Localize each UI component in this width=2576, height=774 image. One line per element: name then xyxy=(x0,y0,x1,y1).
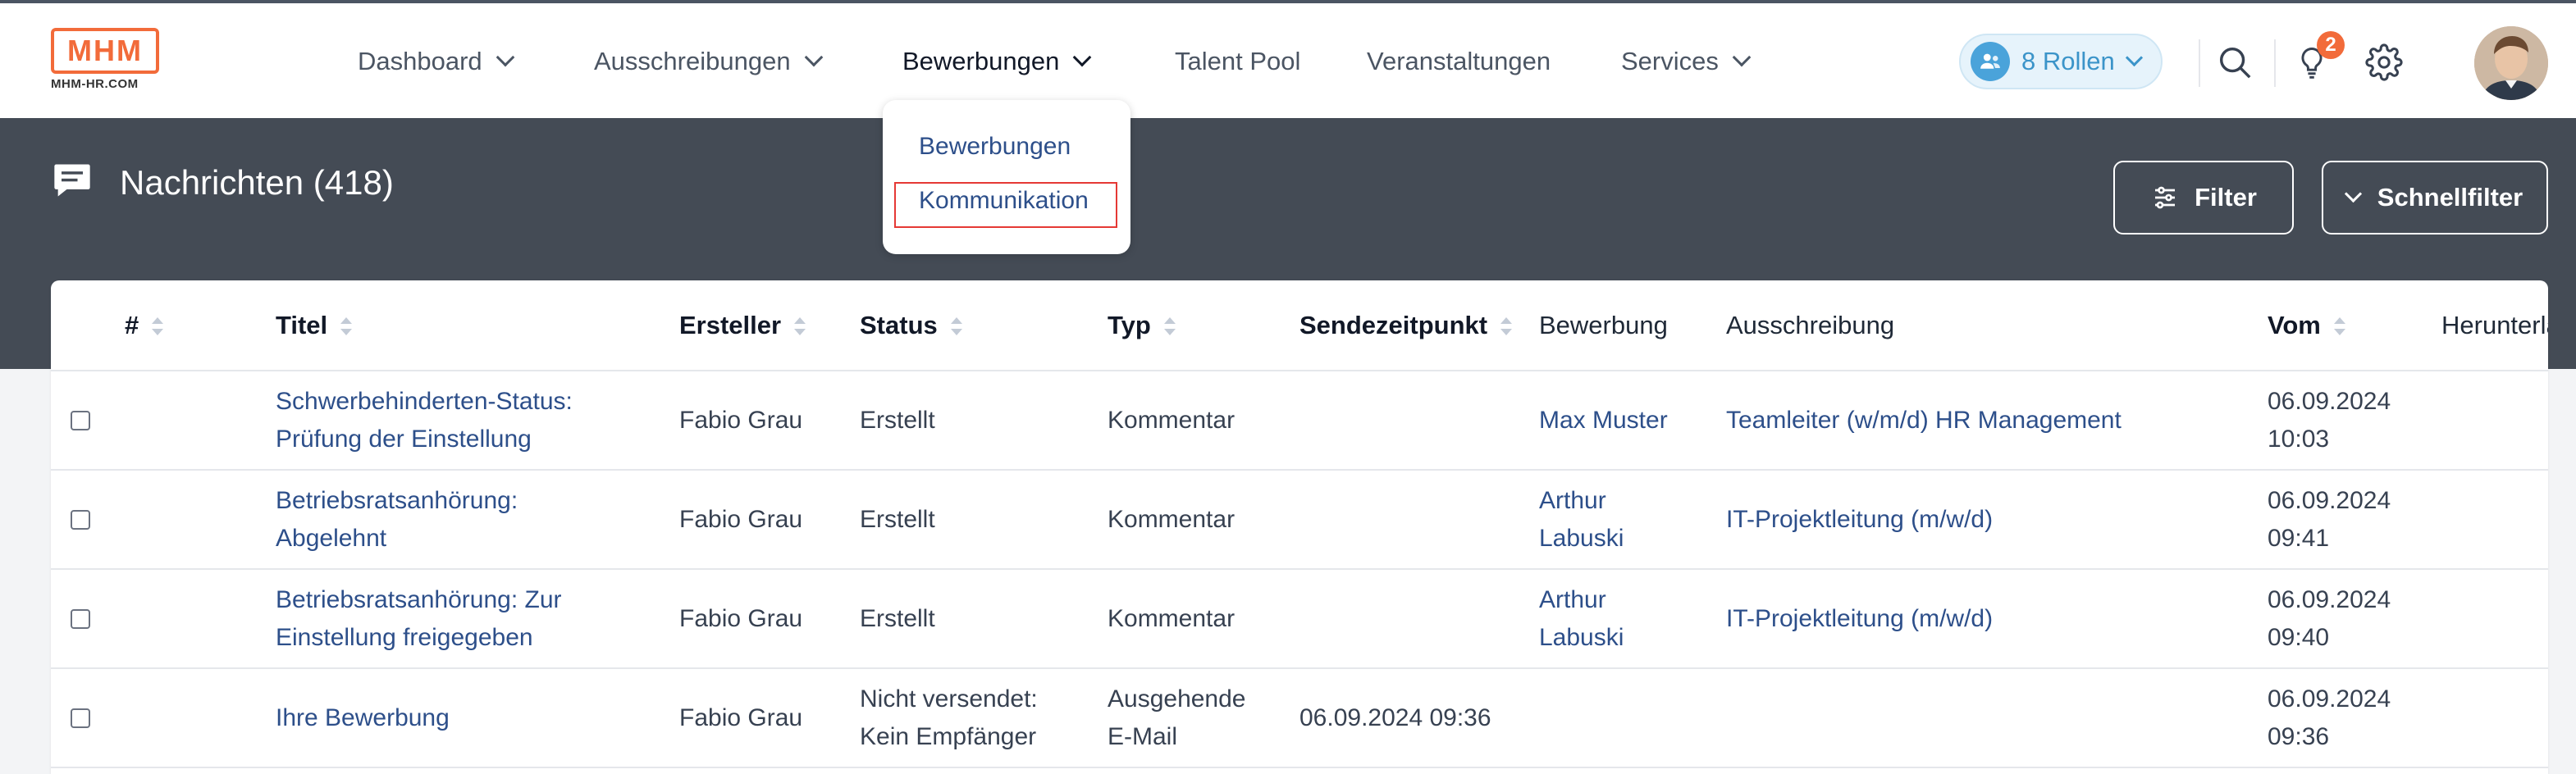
sliders-icon xyxy=(2155,186,2176,209)
row-job-link[interactable] xyxy=(1726,668,2268,768)
row-title-link[interactable]: Ihre Bewerbung xyxy=(276,668,679,768)
sort-icon xyxy=(950,317,962,336)
column-header-vom[interactable]: Vom xyxy=(2268,280,2441,371)
table-row[interactable]: Schwerbehinderten-Status: Prüfung der Ei… xyxy=(51,371,2548,471)
nav-veranstaltungen[interactable]: Veranstaltungen xyxy=(1367,41,1551,82)
row-creator: Fabio Grau xyxy=(679,569,860,669)
chevron-down-icon xyxy=(1073,48,1092,67)
row-job-link[interactable]: IT-Projektleitung (m/w/d) xyxy=(1726,470,2268,570)
notification-badge: 2 xyxy=(2317,31,2345,59)
dropdown-item-bewerbungen[interactable]: Bewerbungen xyxy=(919,133,1071,161)
column-header-status[interactable]: Status xyxy=(860,280,1108,371)
chat-bubble-icon xyxy=(51,159,94,206)
chevron-down-icon xyxy=(2344,184,2362,203)
row-type: Kommentar xyxy=(1108,569,1299,669)
row-date: 06.09.2024 09:36 xyxy=(2268,668,2441,768)
row-download xyxy=(2441,668,2548,768)
row-checkbox[interactable] xyxy=(71,410,90,430)
top-navbar: MHM MHM-HR.COM Dashboard Ausschreibungen… xyxy=(0,0,2576,118)
bewerbungen-dropdown-menu: Bewerbungen Kommunikation xyxy=(883,100,1130,254)
row-status: Nicht versendet: Kein Empfänger xyxy=(860,668,1108,768)
logo-subtitle: MHM-HR.COM xyxy=(51,77,139,91)
chevron-down-icon xyxy=(804,48,823,67)
table-row[interactable]: Ihre Bewerbung Fabio Grau Nicht versende… xyxy=(51,668,2548,768)
row-status: Erstellt xyxy=(860,371,1108,471)
sort-icon xyxy=(340,317,353,336)
sort-icon xyxy=(152,317,164,336)
messages-table-card: # Titel Ersteller Status Typ Sendezeitpu… xyxy=(51,280,2548,774)
row-status: Erstellt xyxy=(860,470,1108,570)
row-application-link[interactable]: Max Muster xyxy=(1539,371,1726,471)
row-download xyxy=(2441,470,2548,570)
chevron-down-icon xyxy=(2125,48,2143,66)
row-title-link[interactable]: Betriebsratsanhörung: Zur Einstellung fr… xyxy=(276,569,679,669)
header-checkbox-cell xyxy=(51,280,125,371)
row-date: 06.09.2024 09:41 xyxy=(2268,470,2441,570)
row-job-link[interactable]: IT-Projektleitung (m/w/d) xyxy=(1726,569,2268,669)
row-status: Erstellt xyxy=(860,569,1108,669)
filter-button[interactable]: Filter xyxy=(2113,161,2294,234)
roles-label: 8 Rollen xyxy=(2021,47,2115,75)
row-application-link[interactable]: Arthur Labuski xyxy=(1539,569,1726,669)
row-type: Ausgehende E-Mail xyxy=(1108,668,1299,768)
row-date: 06.09.2024 10:03 xyxy=(2268,371,2441,471)
row-download xyxy=(2441,569,2548,669)
nav-bewerbungen[interactable]: Bewerbungen xyxy=(902,41,1092,82)
nav-talent-pool[interactable]: Talent Pool xyxy=(1175,41,1300,82)
column-header-sendezeitpunkt[interactable]: Sendezeitpunkt xyxy=(1299,280,1539,371)
sort-icon xyxy=(794,317,806,336)
roles-selector[interactable]: 8 Rollen xyxy=(1959,34,2163,89)
nav-dashboard[interactable]: Dashboard xyxy=(358,41,514,82)
row-checkbox[interactable] xyxy=(71,708,90,728)
chevron-down-icon xyxy=(496,48,514,67)
mhm-logo[interactable]: MHM MHM-HR.COM xyxy=(51,28,162,97)
messages-table: # Titel Ersteller Status Typ Sendezeitpu… xyxy=(51,280,2548,768)
page-title-group: Nachrichten (418) xyxy=(51,159,394,206)
row-creator: Fabio Grau xyxy=(679,470,860,570)
table-row[interactable]: Betriebsratsanhörung: Zur Einstellung fr… xyxy=(51,569,2548,669)
column-header-titel[interactable]: Titel xyxy=(276,280,679,371)
nav-ausschreibungen[interactable]: Ausschreibungen xyxy=(594,41,823,82)
row-type: Kommentar xyxy=(1108,470,1299,570)
row-send-time xyxy=(1299,371,1539,471)
gear-icon[interactable] xyxy=(2361,39,2407,85)
column-header-number[interactable]: # xyxy=(125,280,276,371)
sort-icon xyxy=(1500,317,1513,336)
column-header-typ[interactable]: Typ xyxy=(1108,280,1299,371)
row-send-time xyxy=(1299,569,1539,669)
nav-services[interactable]: Services xyxy=(1621,41,1752,82)
row-download xyxy=(2441,371,2548,471)
row-title-link[interactable]: Betriebsratsanhörung: Abgelehnt xyxy=(276,470,679,570)
row-send-time xyxy=(1299,470,1539,570)
column-header-bewerbung: Bewerbung xyxy=(1539,280,1726,371)
row-checkbox[interactable] xyxy=(71,608,90,629)
user-group-icon xyxy=(1971,42,2010,81)
chevron-down-icon xyxy=(1732,48,1752,67)
column-header-ersteller[interactable]: Ersteller xyxy=(679,280,860,371)
logo-text: MHM xyxy=(67,34,143,67)
column-header-ausschreibung: Ausschreibung xyxy=(1726,280,2268,371)
row-creator: Fabio Grau xyxy=(679,668,860,768)
table-header-row: # Titel Ersteller Status Typ Sendezeitpu… xyxy=(51,280,2548,371)
row-job-link[interactable]: Teamleiter (w/m/d) HR Management xyxy=(1726,371,2268,471)
row-application-link[interactable]: Arthur Labuski xyxy=(1539,470,1726,570)
divider xyxy=(2274,39,2276,87)
table-row[interactable]: Betriebsratsanhörung: Abgelehnt Fabio Gr… xyxy=(51,470,2548,570)
divider xyxy=(2199,39,2200,87)
search-icon[interactable] xyxy=(2212,39,2258,85)
dropdown-item-kommunikation[interactable]: Kommunikation xyxy=(919,187,1089,215)
sort-icon xyxy=(2333,317,2345,336)
row-creator: Fabio Grau xyxy=(679,371,860,471)
row-application-link[interactable] xyxy=(1539,668,1726,768)
row-checkbox[interactable] xyxy=(71,509,90,530)
row-date: 06.09.2024 09:40 xyxy=(2268,569,2441,669)
quickfilter-button[interactable]: Schnellfilter xyxy=(2322,161,2548,234)
sort-icon xyxy=(1163,317,1176,336)
row-title-link[interactable]: Schwerbehinderten-Status: Prüfung der Ei… xyxy=(276,371,679,471)
row-send-time: 06.09.2024 09:36 xyxy=(1299,668,1539,768)
column-header-herunterladen: Herunterladen xyxy=(2441,280,2548,371)
row-type: Kommentar xyxy=(1108,371,1299,471)
page-title: Nachrichten (418) xyxy=(120,162,394,202)
user-avatar[interactable] xyxy=(2474,26,2548,100)
